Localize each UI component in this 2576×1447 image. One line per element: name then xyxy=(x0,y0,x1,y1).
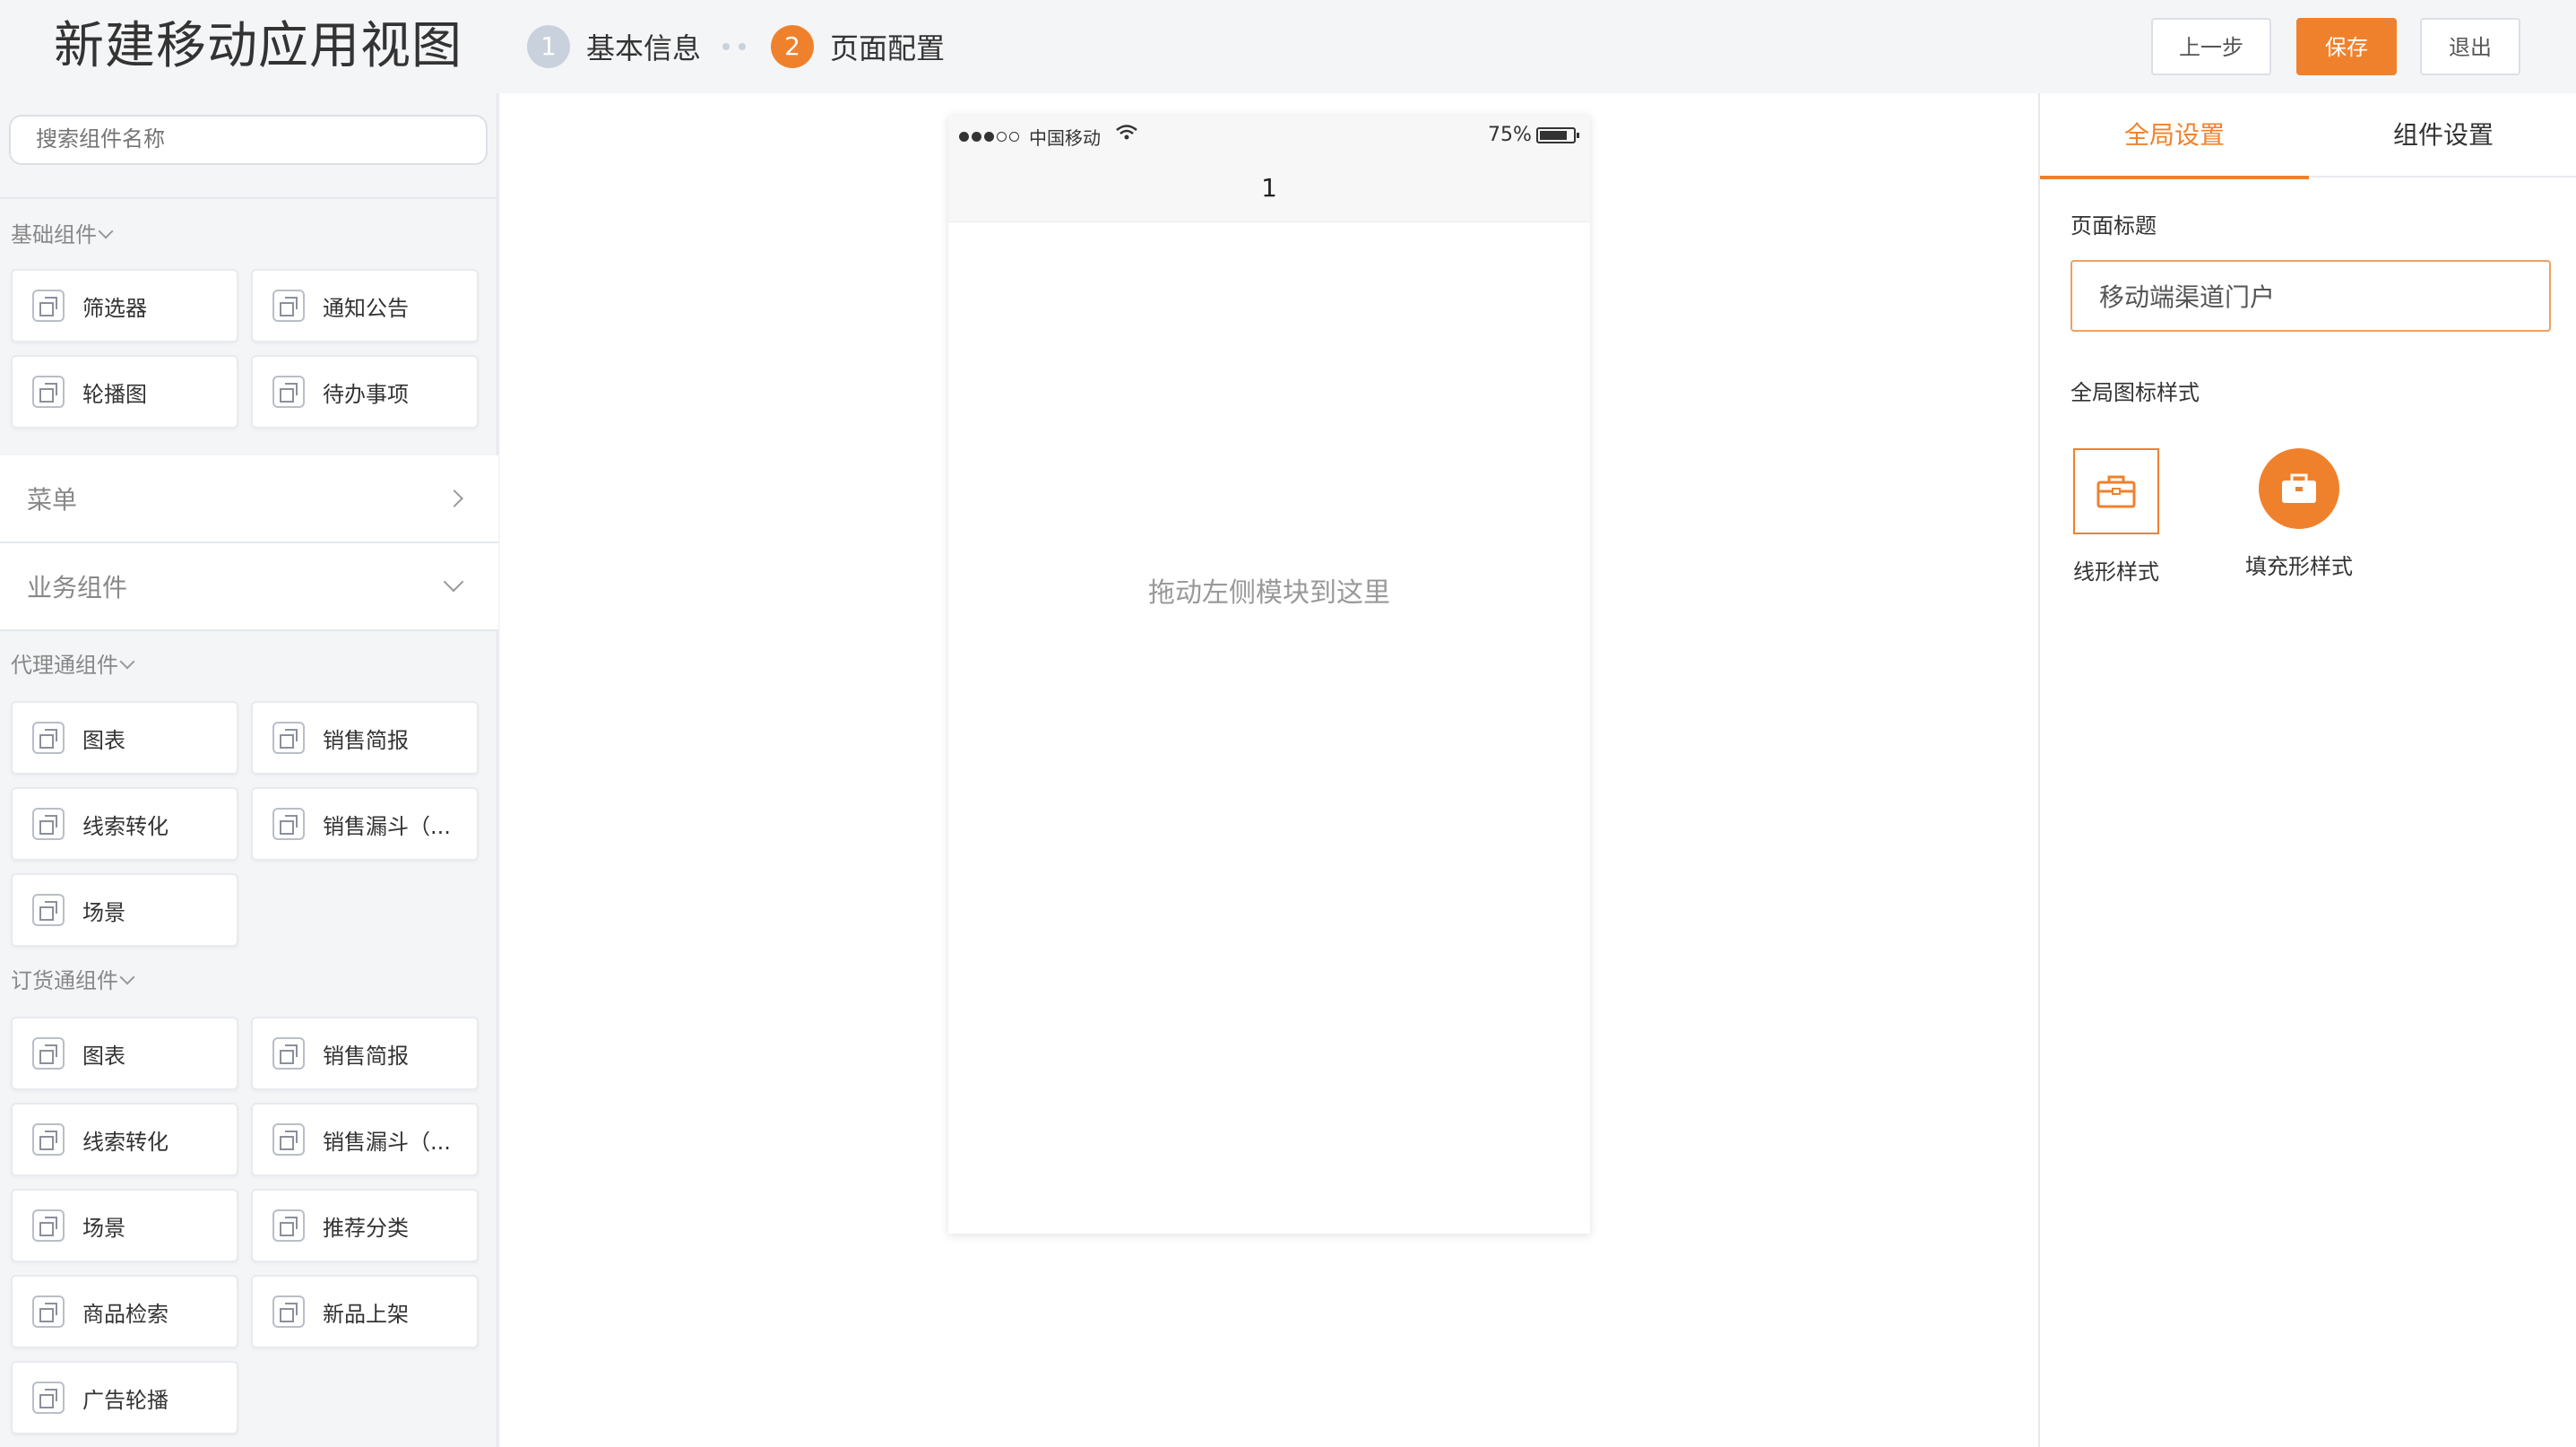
battery-percent: 75% xyxy=(1488,124,1532,146)
component-icon xyxy=(32,1123,65,1156)
component-card[interactable]: 筛选器 xyxy=(11,269,238,342)
icon-style-fill-option[interactable]: 填充形样式 xyxy=(2232,448,2366,580)
chevron-down-icon xyxy=(119,654,135,670)
component-icon xyxy=(272,808,305,840)
component-icon xyxy=(32,722,65,754)
phone-status-bar: 中国移动 75% xyxy=(948,115,1590,154)
component-icon xyxy=(32,1209,65,1242)
component-icon xyxy=(272,722,305,754)
step-basic-info[interactable]: 1 基本信息 xyxy=(527,25,701,68)
component-card[interactable]: 销售简报 xyxy=(251,1017,479,1090)
component-icon xyxy=(272,1037,305,1070)
page-title: 新建移动应用视图 xyxy=(54,17,462,75)
divider xyxy=(0,197,498,199)
component-card[interactable]: 图表 xyxy=(11,1017,238,1090)
component-icon xyxy=(32,1037,65,1070)
step-number-1: 1 xyxy=(527,25,570,68)
save-button[interactable]: 保存 xyxy=(2296,18,2397,75)
component-card[interactable]: 商品检索 xyxy=(11,1275,238,1348)
component-icon xyxy=(272,1209,305,1242)
section-business[interactable]: 业务组件 xyxy=(0,543,498,629)
tab-global-settings[interactable]: 全局设置 xyxy=(2040,93,2309,179)
chevron-right-icon xyxy=(445,490,463,507)
chevron-down-icon xyxy=(443,571,464,593)
signal-icon: 中国移动 xyxy=(959,124,1101,150)
step-separator xyxy=(722,43,749,50)
step-label-1: 基本信息 xyxy=(586,31,702,65)
briefcase-filled-icon xyxy=(2259,448,2339,529)
exit-button[interactable]: 退出 xyxy=(2420,18,2520,75)
component-icon xyxy=(32,1295,65,1328)
component-icon xyxy=(32,376,65,408)
drop-zone-hint: 拖动左侧模块到这里 xyxy=(1148,577,1390,609)
battery-icon xyxy=(1536,127,1579,143)
step-label-2: 页面配置 xyxy=(830,31,946,65)
header: 新建移动应用视图 1 基本信息 2 页面配置 上一步 保存 退出 xyxy=(0,0,2576,93)
settings-panel: 全局设置 组件设置 页面标题 全局图标样式 线形样式 填充形样式 xyxy=(2038,93,2576,1447)
step-number-2: 2 xyxy=(771,25,814,68)
page-title-input[interactable] xyxy=(2070,260,2551,332)
component-icon xyxy=(272,1295,305,1328)
component-icon xyxy=(272,290,305,322)
component-card[interactable]: 销售漏斗（... xyxy=(251,1103,479,1176)
component-card[interactable]: 通知公告 xyxy=(251,269,479,342)
component-card[interactable]: 新品上架 xyxy=(251,1275,479,1348)
carrier-name: 中国移动 xyxy=(1029,127,1101,149)
section-menu[interactable]: 菜单 xyxy=(0,455,498,542)
icon-style-fill-label: 填充形样式 xyxy=(2245,554,2353,579)
icon-style-label: 全局图标样式 xyxy=(2070,380,2200,405)
component-card[interactable]: 推荐分类 xyxy=(251,1189,479,1262)
chevron-down-icon xyxy=(119,969,135,985)
group-title-order[interactable]: 订货通组件 xyxy=(11,965,135,997)
tab-component-settings[interactable]: 组件设置 xyxy=(2309,93,2576,178)
phone-nav-title: 1 xyxy=(948,154,1590,222)
component-icon xyxy=(32,290,65,322)
icon-style-line-label: 线形样式 xyxy=(2073,559,2159,585)
wifi-icon xyxy=(1116,125,1137,140)
divider xyxy=(0,629,498,631)
icon-style-line-option[interactable]: 线形样式 xyxy=(2049,448,2183,585)
step-page-config[interactable]: 2 页面配置 xyxy=(771,25,945,68)
component-card[interactable]: 轮播图 xyxy=(11,355,238,429)
group-title-basic[interactable]: 基础组件 xyxy=(11,219,114,251)
component-card[interactable]: 销售漏斗（... xyxy=(251,787,479,861)
briefcase-outline-icon xyxy=(2073,448,2159,534)
component-card[interactable]: 线索转化 xyxy=(11,1103,238,1176)
component-icon xyxy=(272,1123,305,1156)
group-title-agent[interactable]: 代理通组件 xyxy=(11,649,135,681)
component-card[interactable]: 销售简报 xyxy=(251,701,479,775)
component-icon xyxy=(32,894,65,926)
component-card[interactable]: 线索转化 xyxy=(11,787,238,861)
component-card[interactable]: 待办事项 xyxy=(251,355,479,429)
design-canvas: 中国移动 75% 1 拖动左侧模块到这里 xyxy=(500,93,2038,1447)
component-card[interactable]: 广告轮播 xyxy=(11,1361,238,1434)
component-card[interactable]: 图表 xyxy=(11,701,238,775)
component-icon xyxy=(272,376,305,408)
component-icon xyxy=(32,1382,65,1414)
chevron-down-icon xyxy=(98,223,114,239)
component-panel: 基础组件 筛选器 通知公告 轮播图 待办事项 菜单 业务组件 代理通组件 图表 … xyxy=(0,93,498,1447)
phone-preview[interactable]: 中国移动 75% 1 拖动左侧模块到这里 xyxy=(948,115,1590,1234)
settings-tabs: 全局设置 组件设置 xyxy=(2040,93,2576,179)
component-icon xyxy=(32,808,65,840)
component-card[interactable]: 场景 xyxy=(11,873,238,947)
component-card[interactable]: 场景 xyxy=(11,1189,238,1262)
page-title-label: 页面标题 xyxy=(2070,213,2157,238)
search-input[interactable] xyxy=(9,115,488,165)
prev-step-button[interactable]: 上一步 xyxy=(2151,18,2271,75)
